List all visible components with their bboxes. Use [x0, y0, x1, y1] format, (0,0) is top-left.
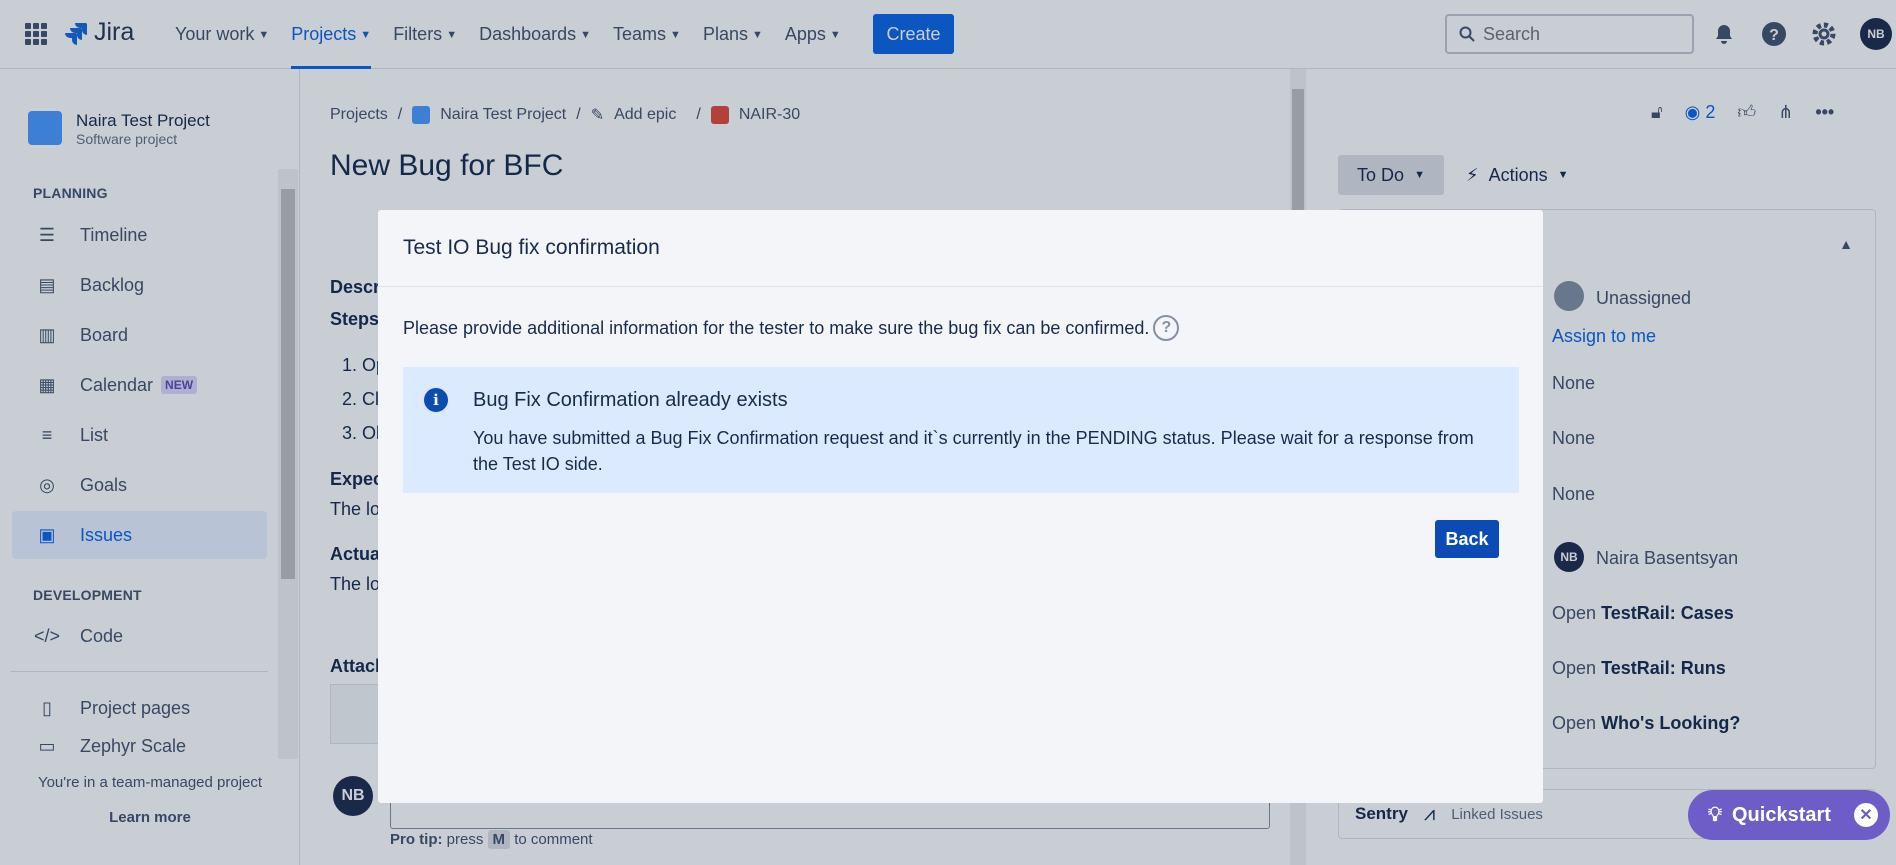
quickstart-label: Quickstart [1732, 803, 1831, 826]
modal-description: Please provide additional information fo… [403, 315, 1180, 341]
back-button[interactable]: Back [1435, 520, 1499, 558]
info-icon: i [424, 388, 448, 412]
info-title: Bug Fix Confirmation already exists [473, 389, 788, 411]
close-icon[interactable]: ✕ [1854, 803, 1878, 827]
info-body: You have submitted a Bug Fix Confirmatio… [473, 428, 1474, 474]
info-message: i Bug Fix Confirmation already exists Yo… [403, 367, 1519, 493]
modal-title: Test IO Bug fix confirmation [378, 210, 1543, 287]
quickstart-button[interactable]: 💡︎ Quickstart ✕ [1688, 790, 1890, 840]
modal-description-text: Please provide additional information fo… [403, 317, 1150, 338]
help-circle-icon[interactable]: ? [1153, 315, 1180, 341]
bug-fix-confirmation-modal: Test IO Bug fix confirmation Please prov… [378, 210, 1543, 803]
lightbulb-icon: 💡︎ [1708, 803, 1722, 826]
